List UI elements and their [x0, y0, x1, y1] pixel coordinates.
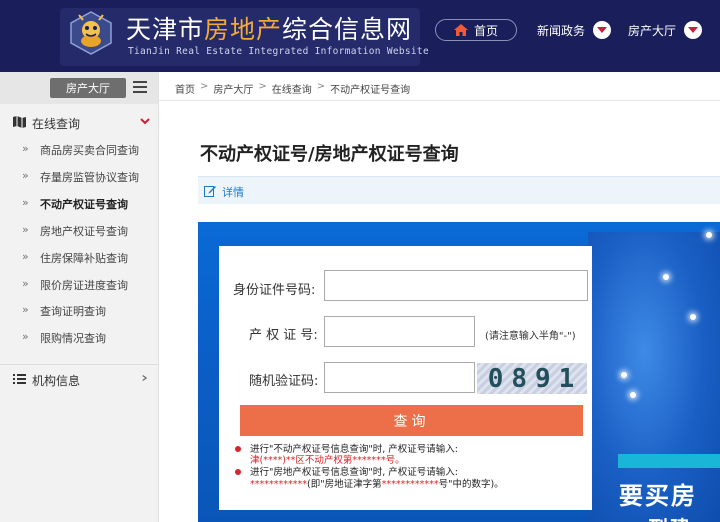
sidebar-item-realty-cert[interactable]: » 不动产权证号查询 [0, 190, 159, 216]
sidebar-top-label: 房产大厅 [50, 78, 126, 98]
banner-slogan: 要买房 [619, 482, 697, 510]
sidebar-section-label: 机构信息 [32, 374, 81, 388]
query-button[interactable]: 查询 [240, 405, 583, 436]
sidebar-item-certificate-query[interactable]: » 查询证明查询 [0, 297, 159, 323]
list-icon [13, 374, 26, 384]
detail-bar[interactable]: 详情 [198, 176, 720, 204]
breadcrumb-current: 不动产权证号查询 [330, 85, 411, 96]
sidebar-item-housing-subsidy[interactable]: » 住房保障补贴查询 [0, 244, 159, 270]
cert-hint: (请注意输入半角"-") [485, 331, 576, 342]
cert-number-input[interactable] [324, 316, 475, 347]
chevron-right-icon [142, 375, 148, 381]
note-realty-format: 津(****)**区不动产权第*******号。 [250, 455, 405, 466]
home-label: 首页 [473, 23, 498, 38]
map-icon [13, 116, 26, 128]
breadcrumb: 首页 > 房产大厅 > 在线查询 > 不动产权证号查询 [175, 81, 410, 96]
home-button[interactable]: 首页 [435, 19, 517, 41]
double-chevron-icon: » [22, 223, 29, 236]
banner-stripe [618, 454, 720, 468]
site-title: 天津市房地产综合信息网 [126, 15, 413, 44]
sparkle-icon [663, 274, 669, 280]
breadcrumb-hall[interactable]: 房产大厅 [213, 81, 253, 96]
sidebar-section-online-query[interactable]: 在线查询 [0, 108, 159, 136]
sparkle-icon [690, 314, 696, 320]
double-chevron-icon: » [22, 196, 29, 209]
chevron-down-icon [593, 21, 612, 39]
chevron-down-icon [684, 21, 703, 39]
double-chevron-icon: » [22, 330, 29, 343]
chevron-down-icon [140, 118, 150, 125]
site-logo-icon[interactable] [68, 10, 114, 56]
sidebar-item-property-cert[interactable]: » 房地产权证号查询 [0, 217, 159, 243]
site-subtitle: TianJin Real Estate Integrated Informati… [128, 46, 429, 57]
nav-news-label: 新闻政务 [537, 23, 586, 38]
sidebar-section-label: 在线查询 [32, 117, 81, 131]
sidebar-top: 房产大厅 [0, 72, 158, 104]
breadcrumb-home[interactable]: 首页 [175, 81, 195, 96]
sparkle-icon [706, 232, 712, 238]
query-form: 身份证件号码: 产 权 证 号: (请注意输入半角"-") 随机验证码: 0 8… [219, 246, 592, 510]
captcha-digit: 9 [535, 363, 553, 394]
bullet-dot-icon [235, 446, 241, 452]
nav-hall-label: 房产大厅 [628, 23, 677, 38]
sidebar-section-organization[interactable]: 机构信息 [0, 364, 159, 392]
captcha-label: 随机验证码: [249, 374, 319, 389]
note-text: 进行"房地产权证号信息查询"时, 产权证号请输入: [250, 467, 458, 478]
double-chevron-icon: » [22, 142, 29, 155]
id-number-input[interactable] [324, 270, 588, 301]
sparkle-icon [621, 372, 627, 378]
sparkle-icon [630, 392, 636, 398]
menu-icon[interactable] [133, 81, 147, 93]
sidebar-item-commodity-contract[interactable]: » 商品房买卖合同查询 [0, 136, 159, 162]
breadcrumb-separator: > [316, 81, 326, 92]
captcha-digit: 8 [511, 363, 529, 394]
captcha-digit: 0 [487, 363, 506, 394]
nav-news-government[interactable]: 新闻政务 [537, 19, 612, 41]
banner-slogan-2: 到建 [648, 512, 692, 522]
bullet-dot-icon [235, 469, 241, 475]
nav-property-hall[interactable]: 房产大厅 [628, 19, 703, 41]
detail-link[interactable]: 详情 [222, 184, 244, 200]
double-chevron-icon: » [22, 303, 29, 316]
sidebar-item-stock-supervision[interactable]: » 存量房监管协议查询 [0, 163, 159, 189]
home-icon [453, 24, 468, 36]
note-property-format: ************(即"房地证津字第************号"中的数字)… [250, 479, 504, 490]
breadcrumb-divider [159, 100, 720, 101]
edit-icon [204, 186, 216, 197]
double-chevron-icon: » [22, 277, 29, 290]
id-number-label: 身份证件号码: [233, 283, 316, 298]
double-chevron-icon: » [22, 250, 29, 263]
cert-number-label: 产 权 证 号: [249, 328, 318, 343]
site-header: 天津市房地产综合信息网 TianJin Real Estate Integrat… [0, 0, 720, 72]
breadcrumb-separator: > [258, 81, 267, 92]
sidebar-item-price-limited[interactable]: » 限价房证进度查询 [0, 271, 159, 297]
captcha-input[interactable] [324, 362, 475, 393]
breadcrumb-separator: > [200, 81, 209, 92]
captcha-digit: 1 [558, 363, 577, 394]
page-title: 不动产权证号/房地产权证号查询 [200, 144, 459, 165]
breadcrumb-online-query[interactable]: 在线查询 [272, 81, 312, 96]
sidebar-item-purchase-limit[interactable]: » 限购情况查询 [0, 324, 159, 350]
captcha-image[interactable]: 0 8 9 1 [477, 363, 587, 394]
double-chevron-icon: » [22, 169, 29, 182]
